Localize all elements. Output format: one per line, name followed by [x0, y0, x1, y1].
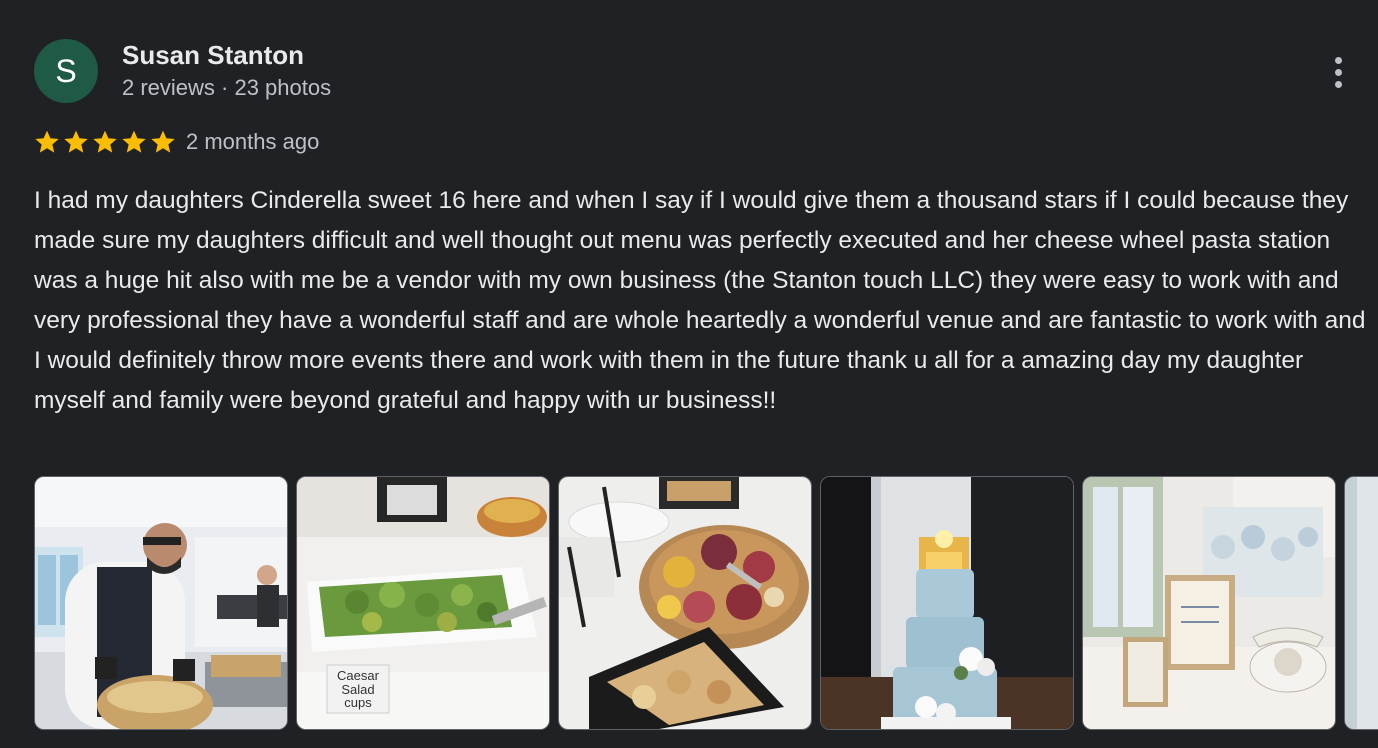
star-icon: [122, 130, 146, 153]
photo-salad-image: Caesar Salad cups: [297, 477, 549, 729]
star-icon: [151, 130, 175, 153]
star-icon: [35, 130, 59, 153]
review-photo-5[interactable]: [1082, 476, 1336, 730]
review-photo-6[interactable]: [1344, 476, 1378, 730]
photo-charcuterie-image: [559, 477, 811, 729]
more-options-button[interactable]: [1324, 50, 1352, 94]
sign-line-3: cups: [344, 695, 372, 710]
review-photo-1[interactable]: [34, 476, 288, 730]
review-photo-2[interactable]: Caesar Salad cups: [296, 476, 550, 730]
reviewer-name[interactable]: Susan Stanton: [122, 38, 304, 72]
more-vert-icon-dot: [1334, 68, 1342, 76]
star-icon: [93, 130, 117, 153]
review-photo-strip: Caesar Salad cups: [34, 476, 1378, 730]
photo-partial-image: [1345, 477, 1378, 729]
more-vert-icon: [1334, 56, 1342, 64]
reviewer-stats: 2 reviews · 23 photos: [122, 75, 332, 100]
star-icon: [64, 130, 88, 153]
review-photo-4[interactable]: [820, 476, 1074, 730]
review-date: 2 months ago: [186, 129, 320, 154]
avatar-initial: S: [55, 52, 77, 89]
photo-signs-image: [1083, 477, 1335, 729]
sign-line-1: Caesar: [337, 668, 380, 683]
photo-chef-image: [35, 477, 287, 729]
review-photo-3[interactable]: [558, 476, 812, 730]
photo-cake-image: [821, 477, 1073, 729]
more-vert-icon-dot: [1334, 80, 1342, 88]
reviewer-avatar[interactable]: S: [34, 39, 98, 103]
review-text: I had my daughters Cinderella sweet 16 h…: [34, 187, 1366, 414]
star-rating: [33, 126, 177, 158]
